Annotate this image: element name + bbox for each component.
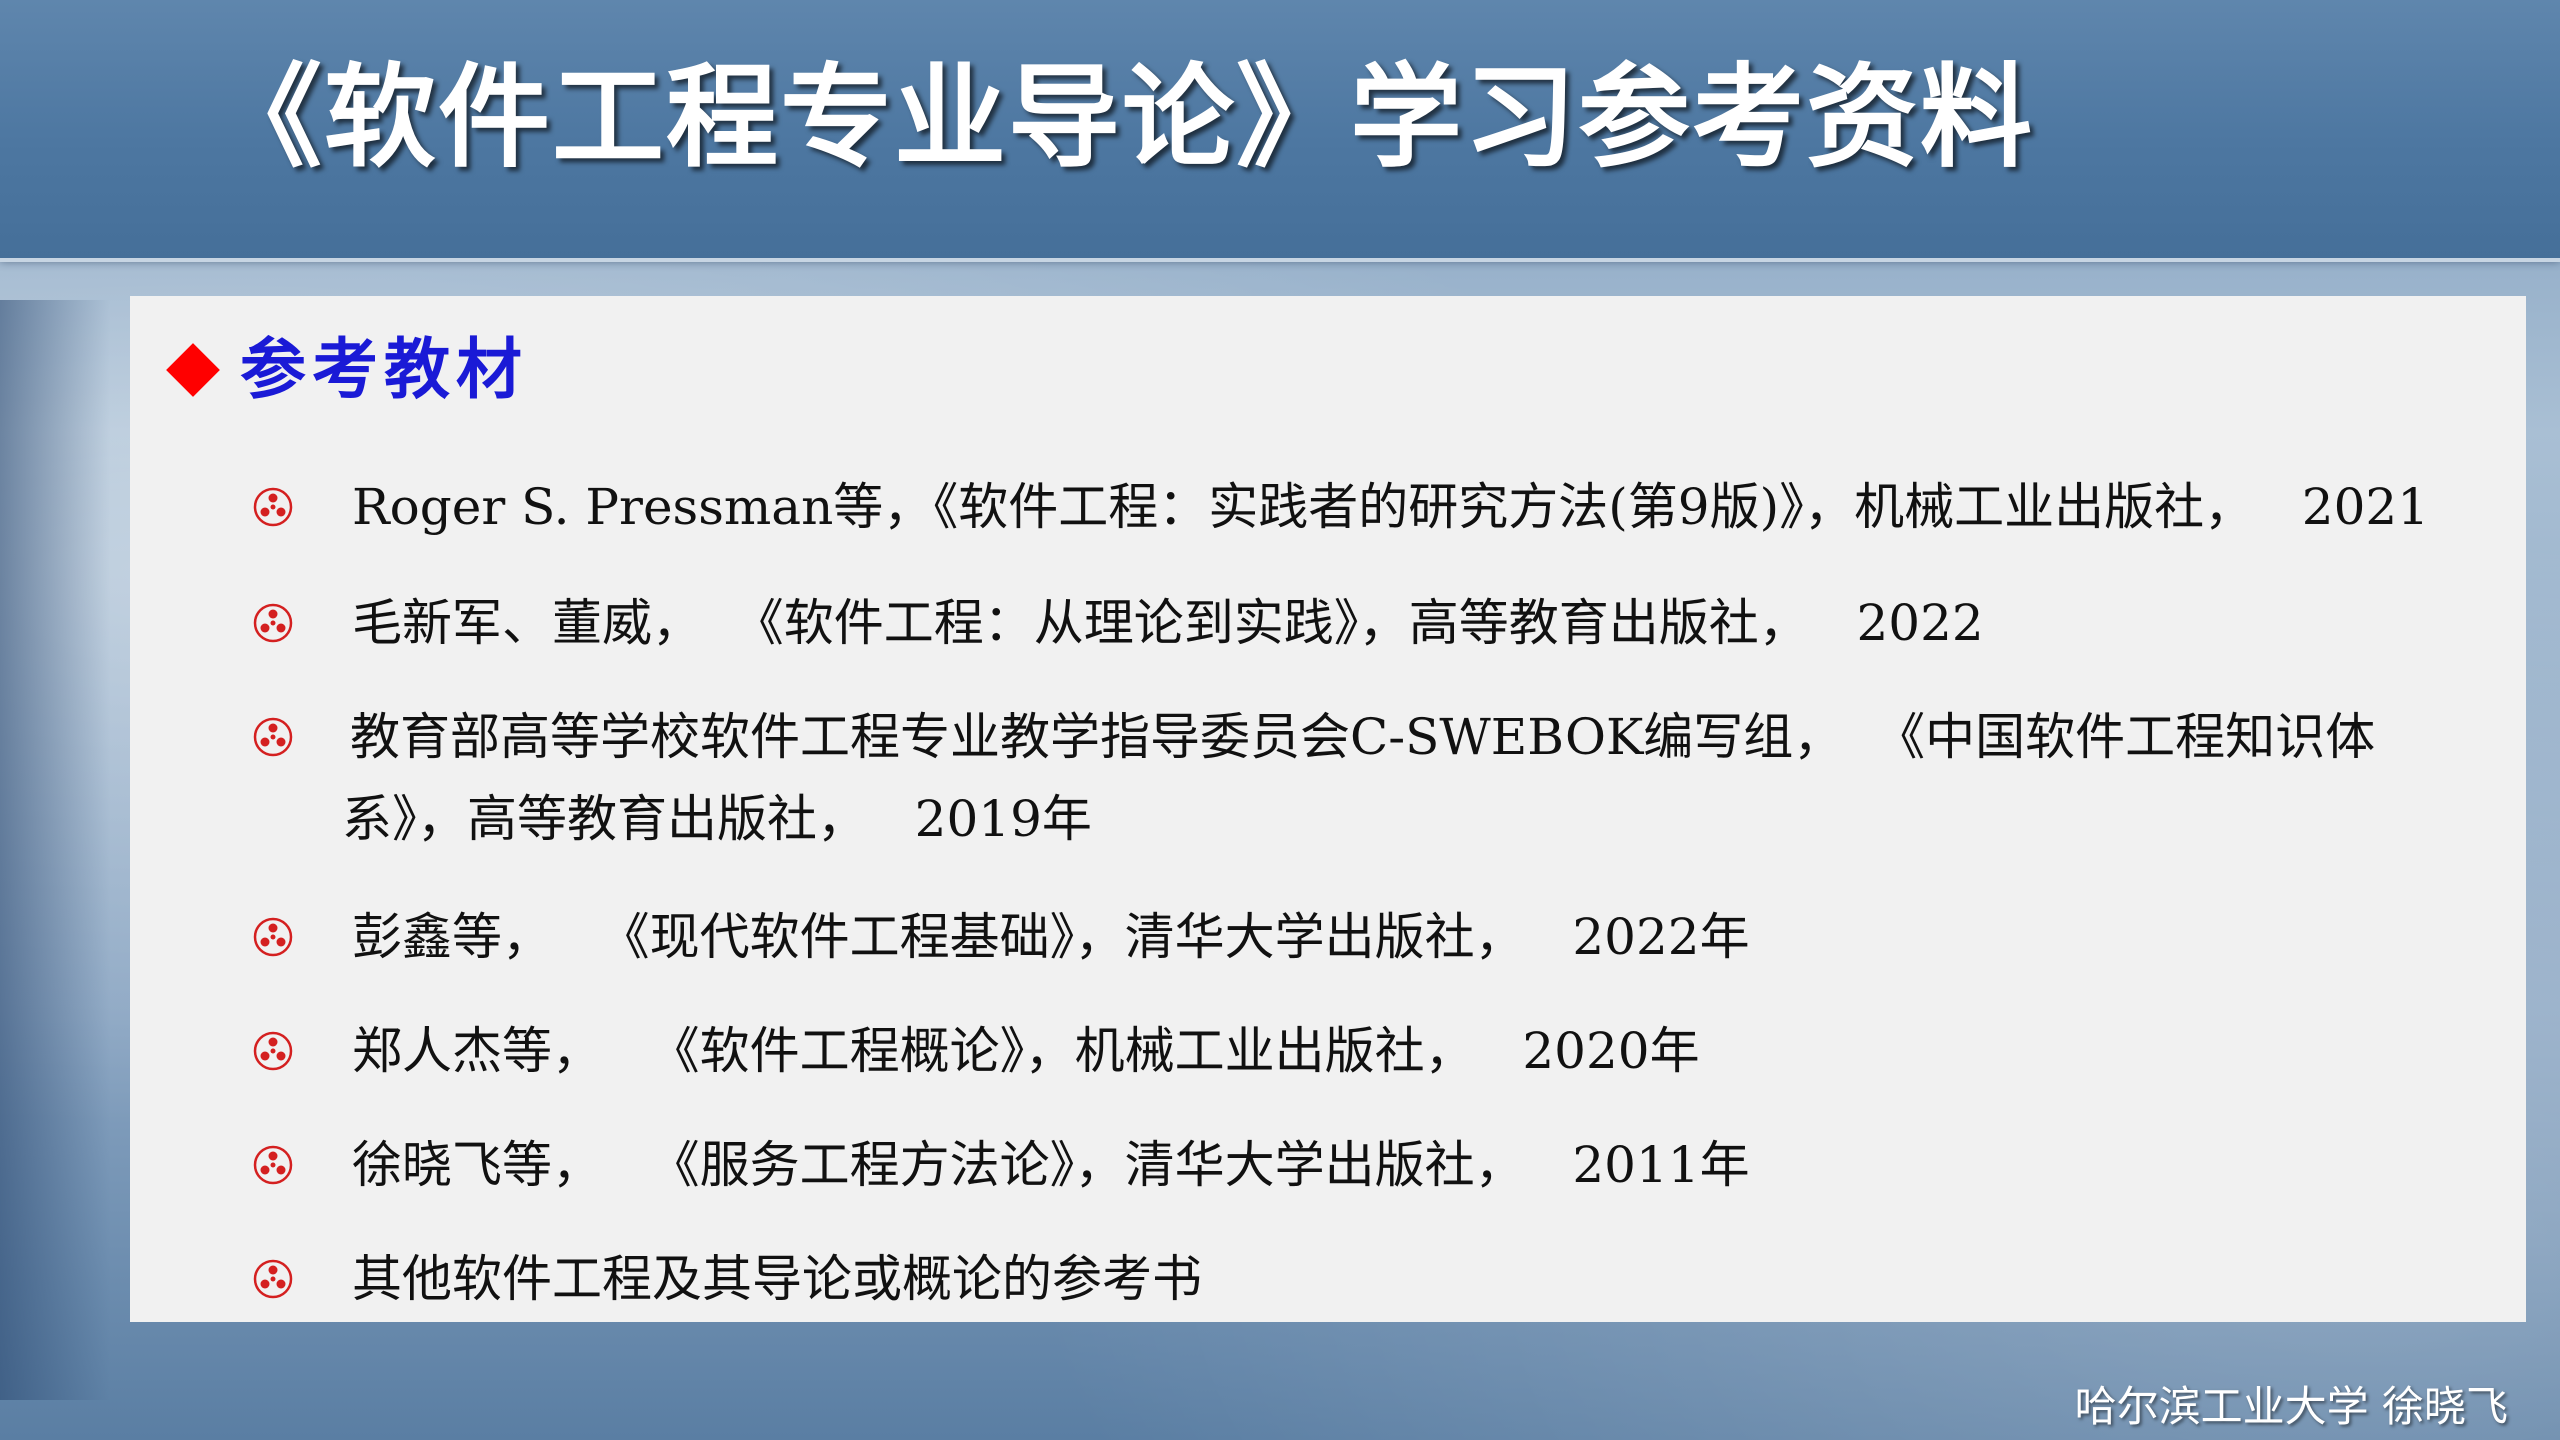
red-trefoil-bullet-icon <box>253 487 293 527</box>
red-trefoil-bullet-icon <box>253 1259 293 1299</box>
reference-text: 郑人杰等， 《软件工程概论》，机械工业出版社， 2020年 <box>352 1022 1700 1080</box>
red-trefoil-bullet-icon <box>253 1145 293 1185</box>
slide-title: 《软件工程专业导论》学习参考资料 <box>210 53 2034 183</box>
red-trefoil-bullet-icon <box>253 917 293 957</box>
background-decoration <box>0 300 110 1400</box>
reference-text: 教育部高等学校软件工程专业教学指导委员会C-SWEBOK编写组， 《中国软件工程… <box>342 708 2376 848</box>
red-diamond-bullet-icon <box>166 343 220 397</box>
title-bar: 《软件工程专业导论》学习参考资料 <box>0 0 2560 258</box>
reference-text: Roger S. Pressman等，《软件工程：实践者的研究方法(第9版)》，… <box>352 478 2430 536</box>
section-title: 参考教材 <box>240 331 528 408</box>
title-bar-divider <box>0 258 2560 262</box>
red-trefoil-bullet-icon <box>253 717 293 757</box>
reference-text: 毛新军、董威， 《软件工程：从理论到实践》，高等教育出版社， 2022 <box>352 594 1984 652</box>
reference-text: 其他软件工程及其导论或概论的参考书 <box>352 1250 1202 1308</box>
content-panel: 参考教材 Roger S. Pressman等，《软件工程：实践者的研究方法(第… <box>130 296 2526 1322</box>
reference-text: 徐晓飞等， 《服务工程方法论》，清华大学出版社， 2011年 <box>352 1136 1750 1194</box>
slide-footer: 哈尔滨工业大学 徐晓飞 <box>2074 1382 2508 1431</box>
section-heading: 参考教材 <box>160 330 528 410</box>
red-trefoil-bullet-icon <box>253 1031 293 1071</box>
reference-text: 彭鑫等， 《现代软件工程基础》，清华大学出版社， 2022年 <box>352 908 1750 966</box>
red-trefoil-bullet-icon <box>253 603 293 643</box>
